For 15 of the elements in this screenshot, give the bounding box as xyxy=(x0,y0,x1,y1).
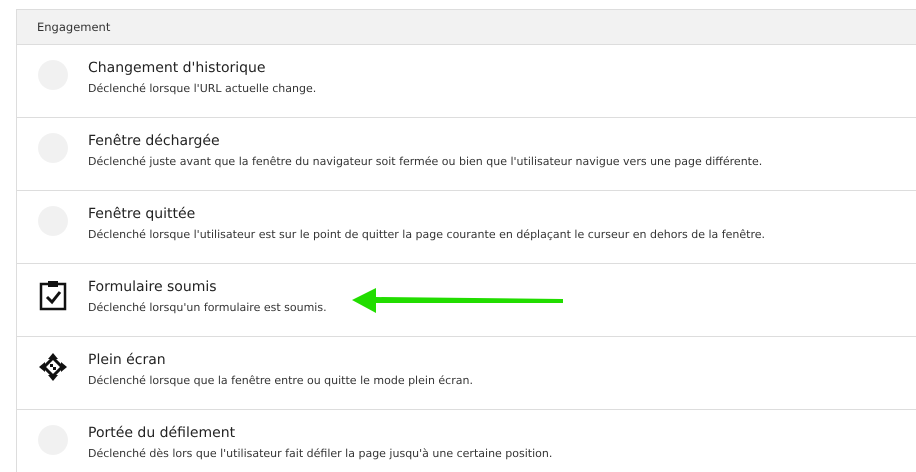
trigger-description: Déclenché lorsque que la fenêtre entre ou quitte le mode plein écran. xyxy=(88,373,473,388)
trigger-description: Déclenché juste avant que la fenêtre du navigateur soit fermée ou bien que l'utilisateur navigue vers une page différente. xyxy=(88,154,762,169)
move-icon xyxy=(38,352,68,382)
section-header: Engagement xyxy=(17,10,916,45)
trigger-description: Déclenché lorsqu'un formulaire est soumis. xyxy=(88,300,327,315)
trigger-title[interactable]: Fenêtre déchargée xyxy=(88,132,762,151)
trigger-title[interactable]: Plein écran xyxy=(88,351,473,370)
trigger-title[interactable]: Portée du défilement xyxy=(88,424,552,443)
trigger-title[interactable]: Formulaire soumis xyxy=(88,278,327,297)
trigger-title[interactable]: Fenêtre quittée xyxy=(88,205,765,224)
trigger-description: Déclenché dès lors que l'utilisateur fait défiler la page jusqu'à une certaine position. xyxy=(88,446,552,461)
trigger-description: Déclenché lorsque l'URL actuelle change. xyxy=(88,81,316,96)
clipboard-check-icon xyxy=(38,279,66,311)
trigger-title[interactable]: Changement d'historique xyxy=(88,59,316,78)
trigger-description: Déclenché lorsque l'utilisateur est sur le point de quitter la page courante en déplaçant le curseur en dehors de la fenêtre. xyxy=(88,227,765,242)
